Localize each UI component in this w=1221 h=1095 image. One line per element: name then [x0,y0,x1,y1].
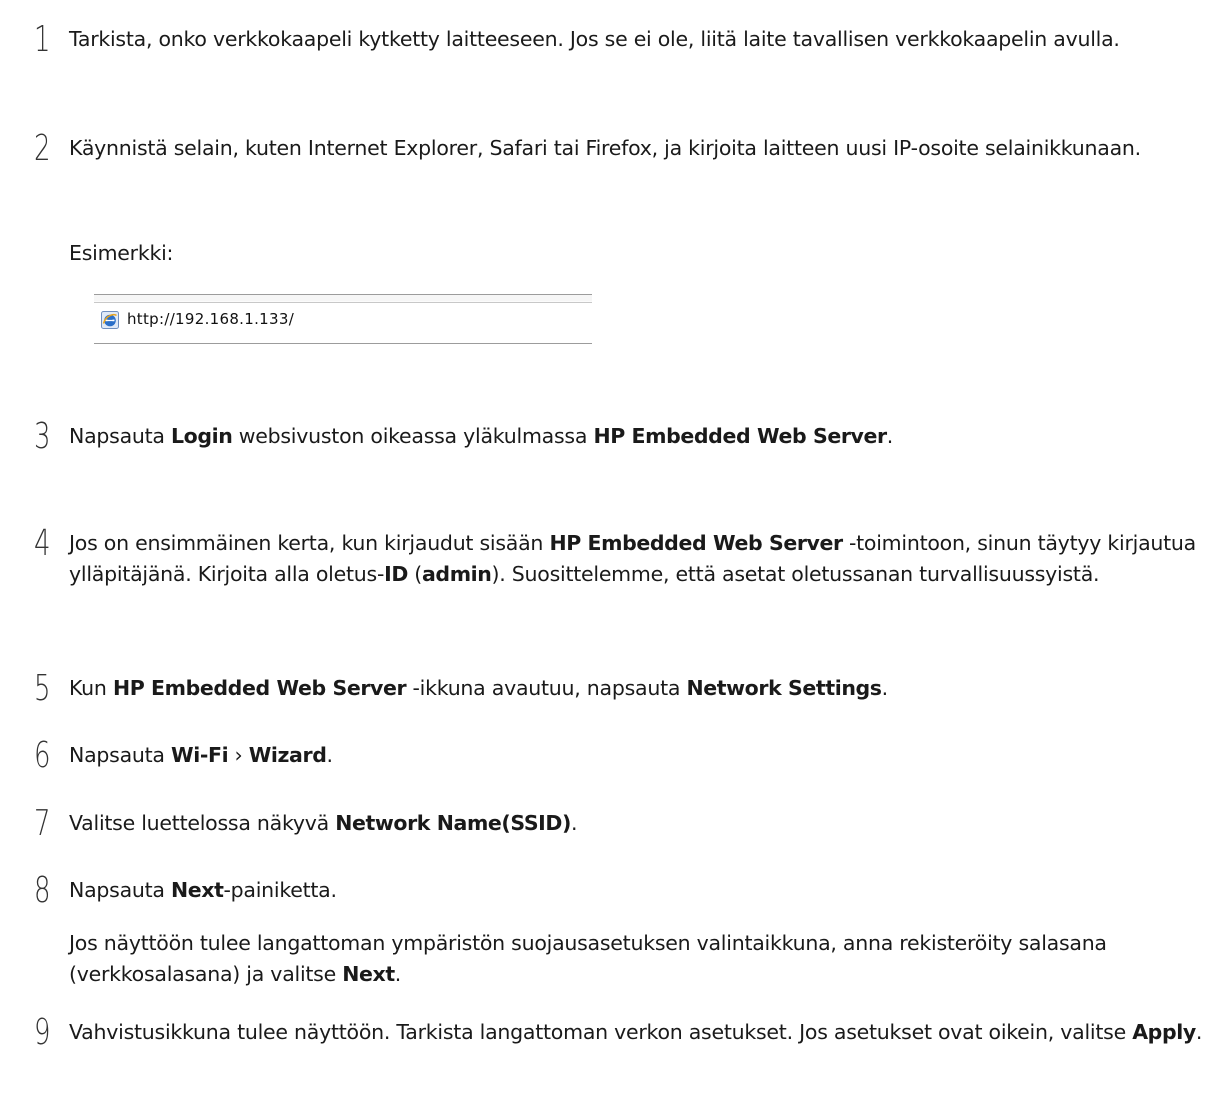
bold-term: admin [421,562,492,586]
step-number: 3 [34,416,51,457]
bold-term: Network Name(SSID) [335,811,571,835]
step-number: 8 [34,870,51,911]
text-run: Napsauta [69,878,172,902]
bold-term: Network Settings [686,676,882,700]
step-text: Tarkista, onko verkkokaapeli kytketty la… [69,24,1217,55]
step-number: 4 [34,523,51,564]
bold-term: HP Embedded Web Server [593,424,887,448]
step-text: Vahvistusikkuna tulee näyttöön. Tarkista… [69,1017,1217,1048]
bold-term: Wi-Fi [171,743,229,767]
text-run: Jos on ensimmäinen kerta, kun kirjaudut … [69,531,550,555]
step-text: Kun HP Embedded Web Server -ikkuna avaut… [69,673,1217,704]
bold-term: Next [342,962,395,986]
text-run: Napsauta [69,743,172,767]
text-run: websivuston oikeassa yläkulmassa [232,424,594,448]
step-number: 1 [34,19,51,60]
text-run: Kun [69,676,113,700]
step-text: Napsauta Login websivuston oikeassa yläk… [69,421,1217,452]
text-run: . [886,424,894,448]
text-run: Vahvistusikkuna tulee näyttöön. Tarkista… [69,1020,1133,1044]
step-text: Käynnistä selain, kuten Internet Explore… [69,133,1217,164]
bold-term: HP Embedded Web Server [112,676,407,700]
bold-term: Apply [1132,1020,1196,1044]
text-run: Tarkista, onko verkkokaapeli kytketty la… [69,27,1120,51]
internet-explorer-icon [101,311,119,329]
text-run: -ikkuna avautuu, napsauta [406,676,687,700]
text-run: Napsauta [69,424,172,448]
text-run: . [326,743,333,767]
bold-term: Next [171,878,224,902]
text-run: . [394,962,402,986]
step-number: 9 [34,1012,51,1053]
bold-term: Wizard [248,743,327,767]
step-number: 6 [34,735,51,776]
text-run: . [571,811,578,835]
url-text: http://192.168.1.133/ [127,310,295,328]
text-run: Valitse luettelossa näkyvä [69,811,336,835]
step-text: Napsauta Next-painiketta. [69,875,1217,906]
text-run: Käynnistä selain, kuten Internet Explore… [69,136,1141,160]
step-number: 5 [34,668,51,709]
browser-address-bar-example: http://192.168.1.133/ [94,294,592,344]
step-text: Valitse luettelossa näkyvä Network Name(… [69,808,1217,839]
bold-term: ID [384,562,408,586]
text-run: Jos näyttöön tulee langattoman ympäristö… [69,931,1107,986]
text-run: -painiketta. [223,878,338,902]
text-run: . [1195,1020,1203,1044]
example-label: Esimerkki: [69,241,174,265]
text-run: ( [407,562,422,586]
text-run: › [228,743,249,767]
bold-term: Login [171,424,233,448]
text-run: ). Suosittelemme, että asetat oletussana… [491,562,1100,586]
bold-term: HP Embedded Web Server [549,531,843,555]
step-number: 2 [34,128,51,169]
step-text: Jos on ensimmäinen kerta, kun kirjaudut … [69,528,1217,590]
step-note: Jos näyttöön tulee langattoman ympäristö… [69,928,1217,990]
step-number: 7 [34,803,51,844]
step-text: Napsauta Wi-Fi › Wizard. [69,740,1217,771]
text-run: . [881,676,889,700]
